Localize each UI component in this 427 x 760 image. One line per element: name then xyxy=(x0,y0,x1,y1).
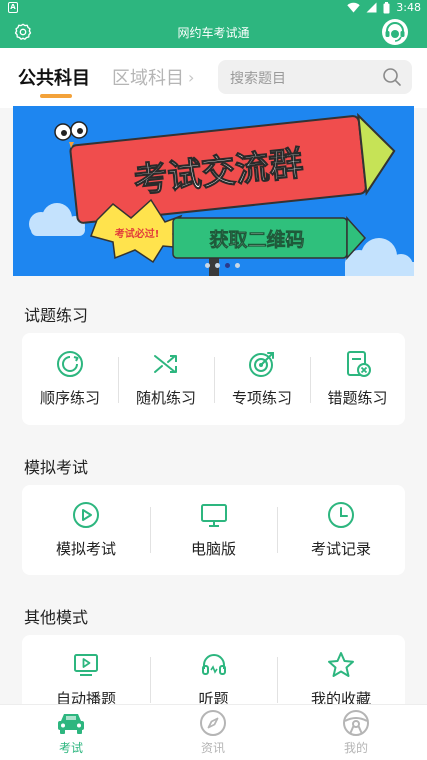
star-icon xyxy=(328,652,354,677)
monitor-icon xyxy=(200,504,227,527)
signal-icon xyxy=(366,2,377,13)
desktop-version-label: 电脑版 xyxy=(190,540,236,558)
carousel-dots xyxy=(205,263,240,268)
random-practice-label: 随机练习 xyxy=(135,389,196,407)
carousel-dot[interactable] xyxy=(235,263,240,268)
sequence-icon xyxy=(57,351,83,377)
tab-region-label: 区域科目 xyxy=(112,68,184,89)
title-bar: 网约车考试通 xyxy=(0,16,427,48)
sequence-practice-label: 顺序练习 xyxy=(39,389,100,407)
search-icon[interactable] xyxy=(382,67,402,87)
nav-exam-label: 考试 xyxy=(58,741,83,755)
wrong-answers-icon xyxy=(346,351,371,377)
wrong-answers-button[interactable]: 错题练习 xyxy=(310,349,405,408)
banner-badge: 考试必过! xyxy=(115,227,160,240)
chevron-right-icon: › xyxy=(188,67,195,87)
clock-icon xyxy=(328,502,354,528)
exam-records-button[interactable]: 考试记录 xyxy=(277,500,405,559)
carousel-dot[interactable] xyxy=(215,263,220,268)
section-title-mock-exam: 模拟考试 xyxy=(24,458,89,477)
clock-time: 3:48 xyxy=(396,1,421,14)
auto-play-button[interactable]: 自动播题 xyxy=(22,650,150,709)
headset-icon[interactable] xyxy=(381,18,409,46)
section-title-practice: 试题练习 xyxy=(24,306,89,325)
active-tab-indicator xyxy=(40,94,72,98)
section-title-other-modes: 其他模式 xyxy=(24,608,89,627)
desktop-version-button[interactable]: 电脑版 xyxy=(150,500,277,559)
nav-mine-label: 我的 xyxy=(343,741,368,755)
play-icon xyxy=(73,502,99,528)
tab-region-subject[interactable]: 区域科目 › xyxy=(112,64,194,90)
car-icon xyxy=(58,714,84,734)
shuffle-icon xyxy=(154,355,177,373)
mock-exam-label: 模拟考试 xyxy=(55,540,116,558)
subject-tab-bar: 公共科目 区域科目 › 搜索题目 xyxy=(0,48,427,108)
promo-banner[interactable]: 考试交流群 考试必过! 获取二维码 xyxy=(13,106,414,276)
special-practice-label: 专项练习 xyxy=(231,389,292,407)
sequence-practice-button[interactable]: 顺序练习 xyxy=(22,349,118,408)
tab-public-subject[interactable]: 公共科目 xyxy=(18,64,90,90)
headphones-icon xyxy=(201,654,226,675)
banner-illustration: 考试交流群 考试必过! 获取二维码 xyxy=(13,106,414,276)
exam-records-label: 考试记录 xyxy=(310,540,371,558)
compass-icon xyxy=(200,710,226,736)
nav-news-label: 资讯 xyxy=(200,741,225,755)
special-practice-button[interactable]: 专项练习 xyxy=(214,349,310,408)
banner-cta: 获取二维码 xyxy=(209,228,304,251)
wifi-icon xyxy=(347,2,360,13)
target-icon xyxy=(249,352,274,377)
random-practice-button[interactable]: 随机练习 xyxy=(118,349,214,408)
mock-exam-card: 模拟考试 电脑版 考试记录 xyxy=(22,485,405,575)
mock-exam-button[interactable]: 模拟考试 xyxy=(22,500,150,559)
nav-news[interactable]: 资讯 xyxy=(173,709,253,756)
search-placeholder: 搜索题目 xyxy=(230,71,286,87)
wrong-answers-label: 错题练习 xyxy=(327,389,388,407)
nav-exam[interactable]: 考试 xyxy=(31,709,111,756)
carousel-dot[interactable] xyxy=(205,263,210,268)
practice-card: 顺序练习 随机练习 专项练习 错题练习 xyxy=(22,333,405,425)
search-input[interactable]: 搜索题目 xyxy=(218,60,412,94)
nav-mine[interactable]: 我的 xyxy=(316,709,396,756)
listen-button[interactable]: 听题 xyxy=(150,650,277,709)
steering-wheel-icon xyxy=(343,710,369,736)
app-notification-icon: A xyxy=(8,2,18,13)
carousel-dot-active[interactable] xyxy=(225,263,230,268)
favorites-button[interactable]: 我的收藏 xyxy=(277,650,405,709)
status-bar: A 3:48 xyxy=(0,0,427,16)
video-play-icon xyxy=(74,654,98,676)
app-title: 网约车考试通 xyxy=(177,26,250,40)
bottom-navigation: 考试 资讯 我的 xyxy=(0,704,427,760)
battery-icon xyxy=(383,1,390,13)
